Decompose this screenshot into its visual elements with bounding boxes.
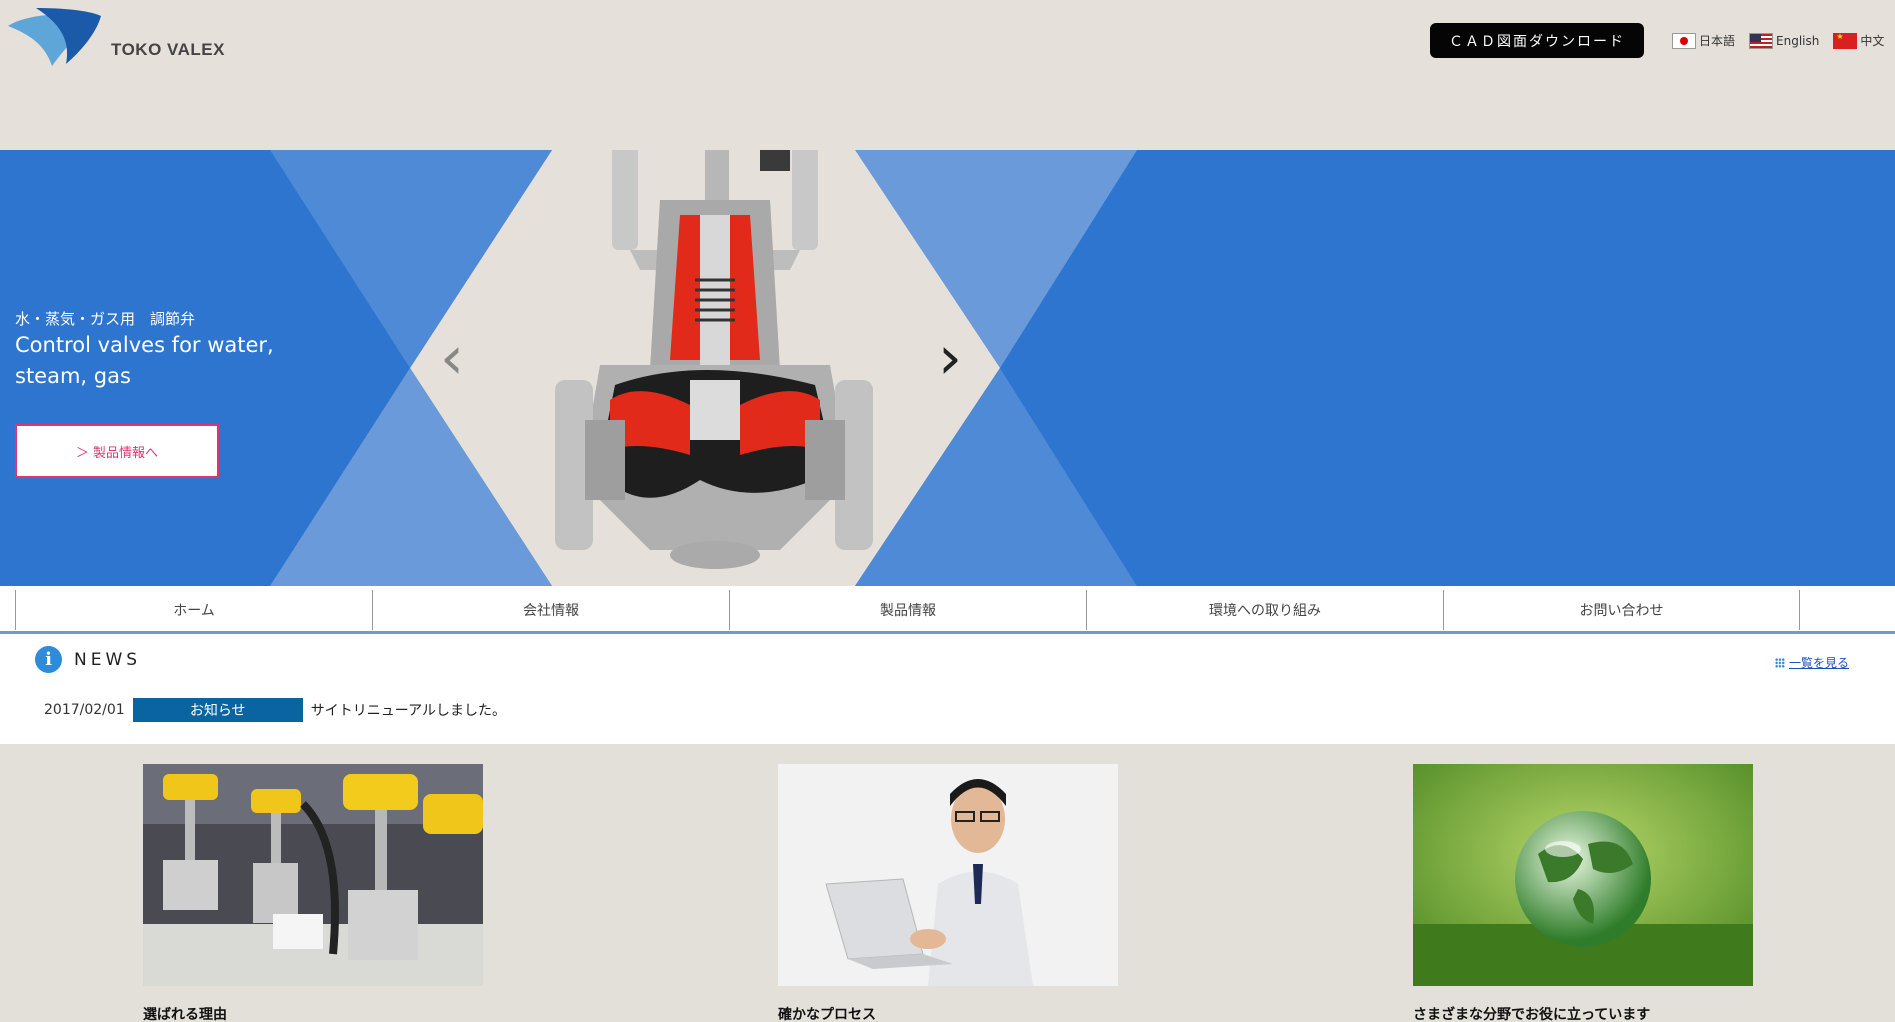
us-flag-icon [1749, 32, 1774, 49]
lang-japanese[interactable]: 日本語 [1672, 32, 1735, 49]
slider-prev-arrow-icon[interactable]: ‹ [440, 328, 464, 388]
news-heading: NEWS [74, 650, 142, 670]
feature-image-valves[interactable] [143, 764, 483, 986]
feature-caption[interactable]: さまざまな分野でお役に立っています [1413, 1004, 1753, 1022]
cad-download-button[interactable]: ＣＡＤ図面ダウンロード [1430, 23, 1644, 58]
lang-label: 日本語 [1699, 34, 1736, 48]
feature-image-engineer[interactable] [778, 764, 1118, 986]
news-section: i NEWS 一覧を見る 2017/02/01 お知らせ サイトリニューアルしま… [0, 634, 1895, 744]
product-info-button[interactable]: ＞ 製品情報へ [15, 424, 219, 478]
lang-label: English [1776, 33, 1820, 48]
feature-caption[interactable]: 選ばれる理由 [143, 1004, 483, 1022]
list-grid-icon [1775, 657, 1785, 668]
slider-next-arrow-icon[interactable]: › [938, 328, 962, 388]
feature-card-process[interactable]: 確かなプロセス [778, 764, 1118, 1022]
feature-caption[interactable]: 確かなプロセス [778, 1004, 1118, 1022]
nav-item-products[interactable]: 製品情報 [729, 590, 1086, 630]
nav-item-company[interactable]: 会社情報 [372, 590, 729, 630]
news-view-all-link[interactable]: 一覧を見る [1775, 654, 1849, 671]
company-logo[interactable]: TOKO VALEX [6, 8, 225, 68]
info-icon: i [35, 646, 62, 673]
news-text[interactable]: サイトリニューアルしました。 [311, 700, 506, 720]
nav-item-contact[interactable]: お問い合わせ [1443, 590, 1800, 630]
news-item[interactable]: 2017/02/01 お知らせ サイトリニューアルしました。 [44, 698, 506, 722]
logo-text: TOKO VALEX [111, 40, 225, 59]
news-view-all-label: 一覧を見る [1789, 656, 1850, 670]
feature-card-fields[interactable]: さまざまな分野でお役に立っています [1413, 764, 1753, 1022]
lang-english[interactable]: English [1749, 32, 1819, 49]
logo-swoosh-icon [8, 8, 101, 66]
main-nav: ホーム 会社情報 製品情報 環境への取り組み お問い合わせ [0, 586, 1895, 634]
china-flag-icon [1833, 32, 1858, 49]
feature-image-globe[interactable] [1413, 764, 1753, 986]
nav-item-home[interactable]: ホーム [15, 590, 372, 630]
news-date: 2017/02/01 [44, 702, 125, 718]
hero-title: Control valves for water, steam, gas [15, 333, 274, 388]
lang-chinese[interactable]: 中文 [1833, 32, 1884, 49]
lang-label: 中文 [1860, 34, 1885, 48]
news-category-badge: お知らせ [132, 698, 303, 722]
nav-item-environment[interactable]: 環境への取り組み [1086, 590, 1443, 630]
japan-flag-icon [1672, 32, 1696, 49]
hero-slider: 水・蒸気・ガス用 調節弁 Control valves for water, s… [0, 150, 1895, 586]
feature-card-reasons[interactable]: 選ばれる理由 [143, 764, 483, 1022]
hero-subtitle: 水・蒸気・ガス用 調節弁 [15, 310, 196, 328]
language-switcher: 日本語 English 中文 [1672, 32, 1884, 49]
site-header: TOKO VALEX ＣＡＤ図面ダウンロード 日本語 English 中文 [0, 0, 1895, 150]
